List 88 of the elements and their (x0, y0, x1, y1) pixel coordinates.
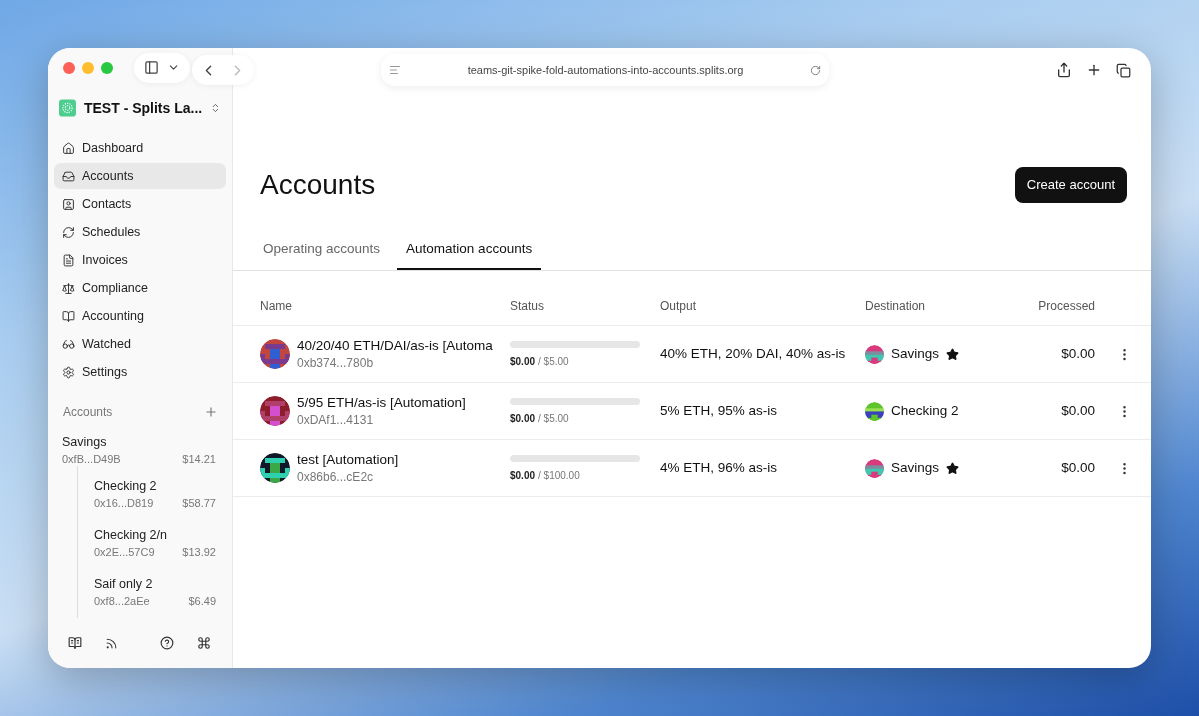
rss-icon[interactable] (105, 636, 118, 650)
output-text: 4% ETH, 96% as-is (660, 459, 779, 478)
column-header: Output (660, 298, 698, 316)
account-name: Savings (62, 434, 108, 451)
account-address: 0xDAf1...4131 (297, 412, 375, 429)
spent-amount: $0.00 (510, 469, 536, 482)
account-address: 0xf8...2aEe (94, 594, 150, 609)
account-balance: $6.49 (188, 594, 216, 609)
account-name: 5/95 ETH/as-is [Automation] (297, 394, 466, 413)
account-address: 0xb374...780b (297, 355, 375, 372)
column-header: Processed (1037, 298, 1095, 316)
account-balance: $58.77 (182, 496, 216, 511)
account-balance: $13.92 (182, 545, 216, 560)
account-item[interactable]: Checking 2/n 0x2E...57C9 $13.92 (80, 527, 232, 560)
nav-item[interactable]: Watched (54, 331, 226, 358)
column-header: Status (510, 298, 546, 316)
avatar-icon (865, 344, 884, 364)
account-item[interactable]: Checking 2 0x16...D819 $58.77 (80, 478, 232, 511)
page-title: Accounts (260, 168, 376, 202)
processed-amount: $0.00 (1060, 459, 1095, 478)
tab[interactable]: Operating accounts (254, 239, 390, 271)
tabs-icon[interactable] (1116, 62, 1131, 78)
table-row[interactable]: test [Automation] 0x86b6...cE2c $0.00 / $100.00 4% ETH, 96% as-is Savings $0.00 (233, 440, 1151, 498)
nav-item[interactable]: Schedules (54, 219, 226, 246)
settings-icon (62, 365, 75, 379)
output-text: 40% ETH, 20% DAI, 40% as-is (660, 345, 847, 364)
account-address: 0x86b6...cE2c (297, 469, 375, 486)
processed-amount: $0.00 (1060, 345, 1095, 364)
account-address: 0xfB...D49B (62, 452, 121, 467)
processed-amount: $0.00 (1060, 402, 1095, 421)
nav-item[interactable]: Settings (54, 359, 226, 386)
home-icon (62, 141, 75, 155)
account-item[interactable]: Saif only 2 0xf8...2aEe $6.49 (80, 576, 232, 609)
refresh-icon (62, 225, 75, 239)
reader-icon (389, 64, 401, 76)
help-icon[interactable] (160, 636, 174, 651)
workspace-switcher[interactable]: TEST - Splits La... (59, 97, 221, 120)
destination-name: Savings (891, 345, 940, 364)
account-name: test [Automation] (297, 451, 399, 470)
sidebar-icon (144, 60, 159, 76)
reload-icon (810, 64, 821, 76)
table-row[interactable]: 40/20/40 ETH/DAI/as-is [Automa 0xb374...780b $0.00 / $5.00 40% ETH, 20% DAI, 40% as-is Savings $0.00 (233, 326, 1151, 384)
avatar-icon (865, 401, 884, 421)
column-header: Name (260, 298, 293, 316)
account-address: 0x2E...57C9 (94, 545, 155, 560)
nav-item[interactable]: Accounts (54, 163, 226, 190)
contact-icon (62, 197, 75, 211)
nav-item[interactable]: Accounting (54, 303, 226, 330)
avatar-icon (260, 339, 290, 370)
account-balance: $14.21 (182, 452, 216, 467)
spent-amount: $0.00 (510, 412, 536, 425)
limit-amount: / $5.00 (538, 412, 569, 425)
avatar-icon (260, 396, 290, 427)
destination-name: Checking 2 (891, 402, 959, 421)
section-title: Accounts (63, 404, 113, 422)
nav-item[interactable]: Invoices (54, 247, 226, 274)
column-header: Destination (865, 298, 927, 316)
account-address: 0x16...D819 (94, 496, 154, 511)
tab[interactable]: Automation accounts (397, 239, 542, 271)
sidebar-toggle-button[interactable] (134, 52, 190, 83)
nav-item[interactable]: Contacts (54, 191, 226, 218)
book-icon (62, 309, 75, 323)
close-window-icon[interactable] (63, 61, 75, 74)
account-name: Saif only 2 (94, 576, 154, 593)
output-text: 5% ETH, 95% as-is (660, 402, 779, 421)
nav-item[interactable]: Dashboard (54, 135, 226, 162)
book-icon[interactable] (68, 636, 82, 651)
limit-amount: / $5.00 (538, 355, 569, 368)
account-name: Checking 2/n (94, 527, 168, 544)
avatar-icon (865, 458, 884, 478)
destination-name: Savings (891, 459, 940, 478)
glasses-icon (62, 337, 75, 351)
scale-icon (62, 281, 75, 295)
share-icon[interactable] (1056, 62, 1072, 78)
create-account-button[interactable]: Create account (1014, 167, 1127, 203)
command-icon[interactable] (197, 636, 211, 651)
account-item[interactable]: Savings 0xfB...D49B $14.21 (48, 434, 232, 467)
nav-item[interactable]: Compliance (54, 275, 226, 302)
account-name: 40/20/40 ETH/DAI/as-is [Automa (297, 337, 493, 356)
new-tab-icon[interactable] (1086, 62, 1102, 78)
avatar-icon (260, 453, 290, 484)
table-row[interactable]: 5/95 ETH/as-is [Automation] 0xDAf1...4131 $0.00 / $5.00 5% ETH, 95% as-is Checking 2 $0.00 (233, 383, 1151, 441)
limit-amount: / $100.00 (538, 469, 580, 482)
inbox-icon (62, 169, 75, 183)
file-icon (62, 253, 75, 267)
address-bar[interactable]: teams-git-spike-fold-automations-into-accounts.splits.org (381, 54, 829, 86)
spent-amount: $0.00 (510, 355, 536, 368)
account-name: Checking 2 (94, 478, 158, 495)
